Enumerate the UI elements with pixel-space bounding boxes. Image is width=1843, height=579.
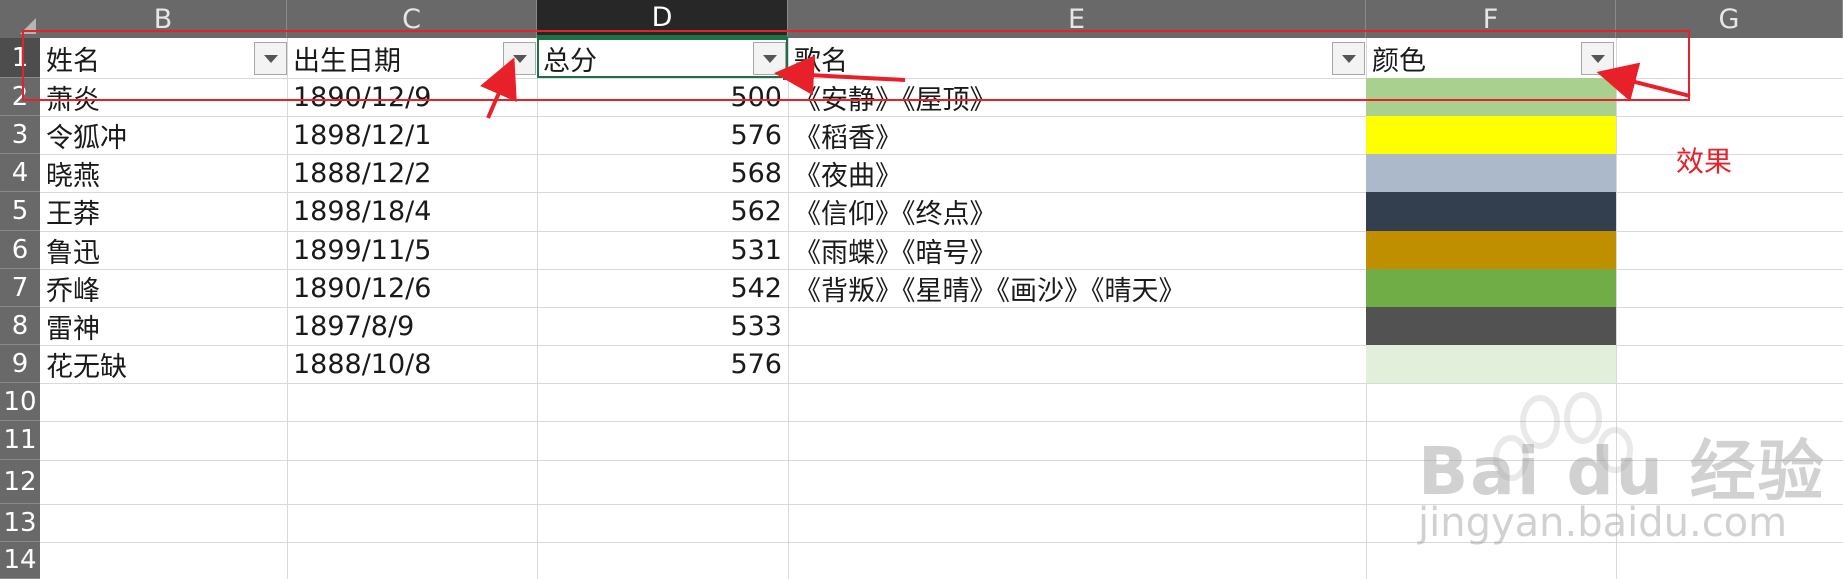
row-header-5[interactable]: 5 <box>0 192 40 231</box>
cell-name[interactable]: 花无缺 <box>40 345 287 383</box>
cell-birth[interactable]: 1888/10/8 <box>287 345 537 383</box>
cell-songs[interactable]: 《夜曲》 <box>788 154 1366 192</box>
cell-birth[interactable]: 1897/8/9 <box>287 307 537 345</box>
row-header-12[interactable]: 12 <box>0 460 40 504</box>
cell-score[interactable]: 576 <box>537 116 788 154</box>
cell-score[interactable]: 533 <box>537 307 788 345</box>
color-swatch[interactable] <box>1366 192 1616 231</box>
cell-birth[interactable]: 1890/12/6 <box>287 269 537 307</box>
row-header-8[interactable]: 8 <box>0 307 40 345</box>
cell-songs[interactable]: 《稻香》 <box>788 116 1366 154</box>
watermark-url-text: jingyan.baidu.com <box>1418 500 1788 546</box>
cell-name[interactable]: 雷神 <box>40 307 287 345</box>
color-swatch[interactable] <box>1366 269 1616 307</box>
color-swatch[interactable] <box>1366 231 1616 269</box>
cell-score[interactable]: 531 <box>537 231 788 269</box>
color-swatch[interactable] <box>1366 116 1616 154</box>
annotation-highlight-box <box>22 30 1690 101</box>
cell-name[interactable]: 乔峰 <box>40 269 287 307</box>
cell-songs[interactable]: 《雨蝶》《暗号》 <box>788 231 1366 269</box>
row-header-4[interactable]: 4 <box>0 154 40 192</box>
cell-name[interactable]: 鲁迅 <box>40 231 287 269</box>
cell-songs[interactable]: 《背叛》《星晴》《画沙》《晴天》 <box>788 269 1366 307</box>
cell-name[interactable]: 晓燕 <box>40 154 287 192</box>
row-header-10[interactable]: 10 <box>0 383 40 421</box>
row-header-6[interactable]: 6 <box>0 231 40 269</box>
cell-songs[interactable] <box>788 307 1366 345</box>
annotation-label: 效果 <box>1676 145 1733 178</box>
cell-birth[interactable]: 1898/18/4 <box>287 192 537 231</box>
cell-songs[interactable] <box>788 345 1366 383</box>
cell-birth[interactable]: 1888/12/2 <box>287 154 537 192</box>
cell-score[interactable]: 568 <box>537 154 788 192</box>
cell-name[interactable]: 令狐冲 <box>40 116 287 154</box>
color-swatch[interactable] <box>1366 345 1616 383</box>
color-swatch[interactable] <box>1366 307 1616 345</box>
color-swatch[interactable] <box>1366 154 1616 192</box>
cell-score[interactable]: 576 <box>537 345 788 383</box>
row-header-3[interactable]: 3 <box>0 116 40 154</box>
row-header-11[interactable]: 11 <box>0 421 40 460</box>
cell-birth[interactable]: 1898/12/1 <box>287 116 537 154</box>
cell-name[interactable]: 王莽 <box>40 192 287 231</box>
cell-score[interactable]: 562 <box>537 192 788 231</box>
row-header-14[interactable]: 14 <box>0 542 40 579</box>
row-header-7[interactable]: 7 <box>0 269 40 307</box>
cell-birth[interactable]: 1899/11/5 <box>287 231 537 269</box>
row-header-13[interactable]: 13 <box>0 504 40 542</box>
cell-score[interactable]: 542 <box>537 269 788 307</box>
row-header-9[interactable]: 9 <box>0 345 40 383</box>
cell-songs[interactable]: 《信仰》《终点》 <box>788 192 1366 231</box>
